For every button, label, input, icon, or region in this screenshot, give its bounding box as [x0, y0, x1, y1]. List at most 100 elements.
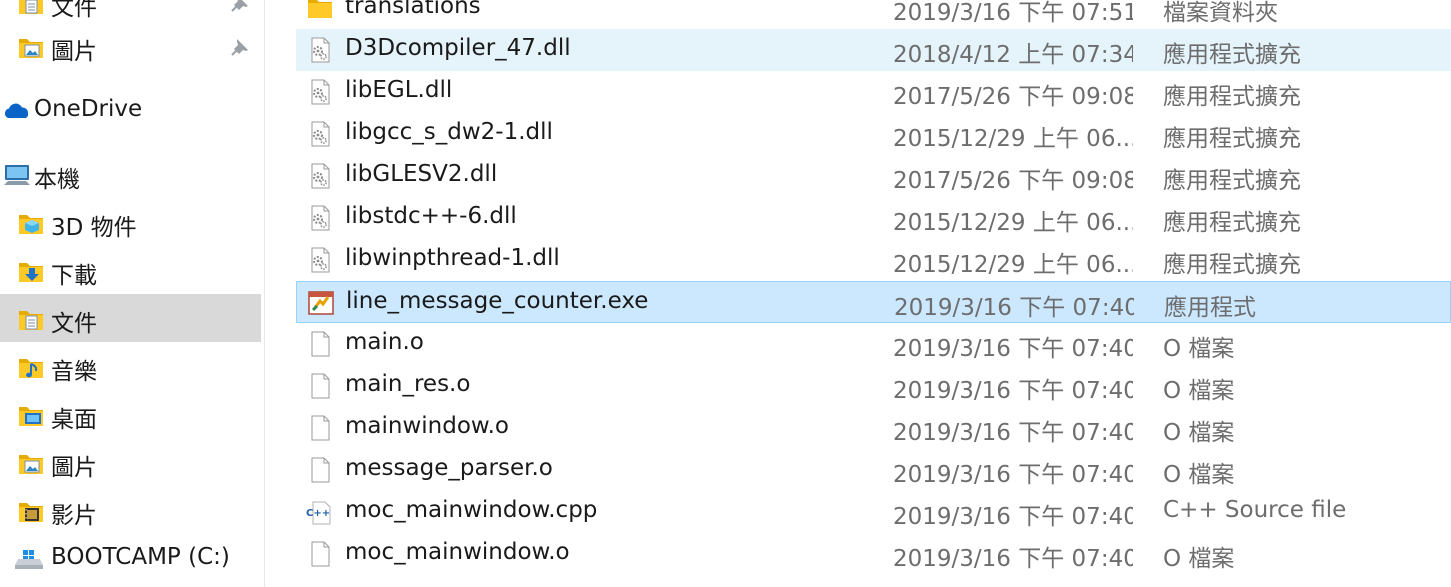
pictures-folder-icon [17, 450, 45, 476]
3d-objects-folder-icon [17, 210, 45, 236]
folder-icon [306, 0, 334, 22]
pin-icon[interactable] [229, 36, 251, 58]
nav-item-label: 影片 [51, 503, 97, 529]
file-type: O 檔案 [1163, 462, 1235, 488]
file-modified-date: 2019/3/16 下午 07:51 [893, 0, 1133, 26]
file-name: translations [345, 0, 481, 19]
file-row[interactable]: main_res.o 2019/3/16 下午 07:40 O 檔案 [296, 365, 1451, 407]
downloads-folder-icon [17, 258, 45, 284]
onedrive-cloud-icon [2, 98, 30, 124]
file-name: libEGL.dll [345, 77, 453, 103]
desktop-folder-icon [17, 402, 45, 428]
dll-file-icon [306, 78, 334, 106]
blank-file-icon [306, 372, 334, 400]
file-row[interactable]: message_parser.o 2019/3/16 下午 07:40 O 檔案 [296, 449, 1451, 491]
file-modified-date: 2019/3/16 下午 07:40 [893, 504, 1133, 530]
file-row[interactable]: line_message_counter.exe 2019/3/16 下午 07:… [296, 281, 1451, 323]
nav-item-label: 本機 [34, 167, 80, 193]
blank-file-icon [306, 456, 334, 484]
nav-item-label: 桌面 [51, 407, 97, 433]
file-name: main.o [345, 329, 424, 355]
file-type: C++ Source file [1163, 497, 1347, 523]
pictures-folder-icon [17, 34, 45, 60]
nav-item-3d-objects-folder-4[interactable]: 3D 物件 [0, 198, 261, 246]
file-type: O 檔案 [1163, 378, 1235, 404]
file-type: O 檔案 [1163, 420, 1235, 446]
file-type: 應用程式擴充 [1163, 252, 1301, 278]
nav-item-downloads-folder-5[interactable]: 下載 [0, 246, 261, 294]
file-type: 應用程式擴充 [1163, 168, 1301, 194]
file-name: libstdc++-6.dll [345, 203, 517, 229]
file-modified-date: 2019/3/16 下午 07:40 [893, 420, 1133, 446]
file-name: mainwindow.o [345, 413, 509, 439]
file-row[interactable]: libEGL.dll 2017/5/26 下午 09:08 應用程式擴充 [296, 71, 1451, 113]
nav-item-pictures-folder-1[interactable]: 圖片 [0, 22, 261, 70]
nav-item-onedrive-cloud-2[interactable]: OneDrive [0, 86, 261, 134]
nav-item-videos-folder-10[interactable]: 影片 [0, 486, 261, 534]
file-modified-date: 2018/4/12 上午 07:34 [893, 42, 1133, 68]
file-name: D3Dcompiler_47.dll [345, 35, 571, 61]
file-row[interactable]: libgcc_s_dw2-1.dll 2015/12/29 上午 06... 應用程… [296, 113, 1451, 155]
file-type: 應用程式擴充 [1163, 42, 1301, 68]
blank-file-icon [306, 540, 334, 568]
dll-file-icon [306, 120, 334, 148]
dll-file-icon [306, 204, 334, 232]
exe-app-icon [307, 289, 335, 317]
file-modified-date: 2019/3/16 下午 07:40 [893, 462, 1133, 488]
file-modified-date: 2019/3/16 下午 07:40 [893, 378, 1133, 404]
nav-item-label: 圖片 [51, 39, 97, 65]
pin-icon[interactable] [229, 0, 251, 14]
blank-file-icon [306, 330, 334, 358]
videos-folder-icon [17, 498, 45, 524]
file-type: 應用程式擴充 [1163, 210, 1301, 236]
file-row[interactable]: D3Dcompiler_47.dll 2018/4/12 上午 07:34 應用程式… [296, 29, 1451, 71]
file-row[interactable]: libGLESV2.dll 2017/5/26 下午 09:08 應用程式擴充 [296, 155, 1451, 197]
dll-file-icon [306, 36, 334, 64]
nav-item-music-folder-7[interactable]: 音樂 [0, 342, 261, 390]
svg-text:C++: C++ [306, 508, 330, 519]
file-row[interactable]: moc_mainwindow.o 2019/3/16 下午 07:40 O 檔案 [296, 533, 1451, 575]
file-type: O 檔案 [1163, 546, 1235, 572]
nav-item-label: 文件 [51, 0, 97, 21]
file-type: 應用程式擴充 [1163, 84, 1301, 110]
file-modified-date: 2019/3/16 下午 07:40 [893, 336, 1133, 362]
nav-item-desktop-folder-8[interactable]: 桌面 [0, 390, 261, 438]
blank-file-icon [306, 414, 334, 442]
file-row[interactable]: C++ moc_mainwindow.cpp 2019/3/16 下午 07:40 C… [296, 491, 1451, 533]
dll-file-icon [306, 162, 334, 190]
dll-file-icon [306, 246, 334, 274]
cpp-file-icon: C++ [306, 498, 334, 526]
file-list: translations 2019/3/16 下午 07:51 檔案資料夾 D3Dco… [296, 0, 1451, 587]
nav-item-windows-drive-11[interactable]: BOOTCAMP (C:) [0, 534, 261, 582]
file-row[interactable]: main.o 2019/3/16 下午 07:40 O 檔案 [296, 323, 1451, 365]
nav-item-label: BOOTCAMP (C:) [51, 544, 230, 570]
file-modified-date: 2019/3/16 下午 07:40 [893, 546, 1133, 572]
navigation-pane: 文件 圖片 OneDrive 本機 3D 物件 下載 文件 音樂 桌面 圖片 影片 B… [0, 0, 265, 587]
windows-drive-icon [14, 546, 43, 572]
nav-item-pictures-folder-9[interactable]: 圖片 [0, 438, 261, 486]
file-modified-date: 2019/3/16 下午 07:40 [894, 295, 1134, 321]
nav-item-label: 下載 [51, 263, 97, 289]
file-modified-date: 2017/5/26 下午 09:08 [893, 168, 1133, 194]
file-modified-date: 2015/12/29 上午 06... [893, 210, 1133, 236]
file-row[interactable]: translations 2019/3/16 下午 07:51 檔案資料夾 [296, 0, 1451, 29]
file-type: O 檔案 [1163, 336, 1235, 362]
file-name: main_res.o [345, 371, 471, 397]
file-name: line_message_counter.exe [346, 288, 649, 314]
file-name: libwinpthread-1.dll [345, 245, 560, 271]
file-modified-date: 2017/5/26 下午 09:08 [893, 84, 1133, 110]
file-row[interactable]: mainwindow.o 2019/3/16 下午 07:40 O 檔案 [296, 407, 1451, 449]
nav-item-label: OneDrive [34, 96, 143, 122]
file-row[interactable]: libstdc++-6.dll 2015/12/29 上午 06... 應用程式擴充 [296, 197, 1451, 239]
nav-item-label: 文件 [51, 311, 97, 337]
nav-item-documents-folder-6[interactable]: 文件 [0, 294, 261, 342]
nav-item-label: 3D 物件 [51, 215, 137, 241]
this-pc-icon [2, 162, 30, 188]
file-name: libgcc_s_dw2-1.dll [345, 119, 553, 145]
file-name: libGLESV2.dll [345, 161, 498, 187]
file-row[interactable]: libwinpthread-1.dll 2015/12/29 上午 06... 應用… [296, 239, 1451, 281]
file-modified-date: 2015/12/29 上午 06... [893, 126, 1133, 152]
nav-item-this-pc-3[interactable]: 本機 [0, 150, 261, 198]
file-type: 應用程式 [1164, 295, 1256, 321]
file-name: moc_mainwindow.o [345, 539, 570, 565]
